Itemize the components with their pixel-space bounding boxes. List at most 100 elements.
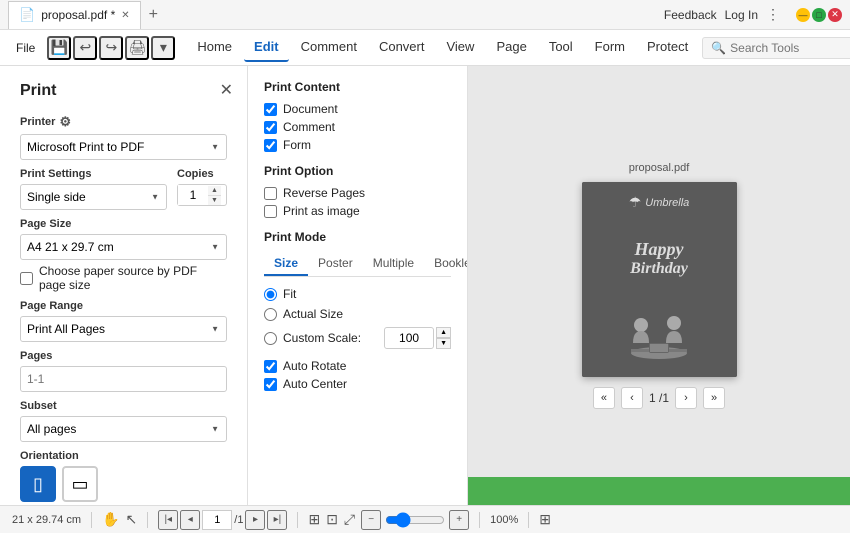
- menu-view[interactable]: View: [436, 33, 484, 62]
- auto-center-checkbox[interactable]: [264, 378, 277, 391]
- hand-tool-icon[interactable]: ✋: [102, 511, 119, 528]
- menu-page[interactable]: Page: [486, 33, 536, 62]
- tab-size[interactable]: Size: [264, 252, 308, 276]
- portrait-button[interactable]: ▯: [20, 466, 56, 502]
- save-icon[interactable]: 💾: [47, 36, 71, 60]
- more-options-icon[interactable]: ⋮: [766, 6, 780, 23]
- next-page-status-button[interactable]: ▸: [245, 510, 265, 530]
- printer-select[interactable]: Microsoft Print to PDF: [20, 134, 227, 160]
- first-page-status-button[interactable]: |◂: [158, 510, 178, 530]
- page-range-select-wrapper: Print All Pages: [20, 316, 227, 342]
- zoom-slider[interactable]: [385, 512, 445, 528]
- custom-scale-radio-row: Custom Scale: ▲ ▼: [264, 327, 451, 349]
- print-option-title: Print Option: [264, 164, 451, 178]
- prev-page-status-button[interactable]: ◂: [180, 510, 200, 530]
- minimize-button[interactable]: —: [796, 8, 810, 22]
- close-window-button[interactable]: ✕: [828, 8, 842, 22]
- maximize-button[interactable]: □: [812, 8, 826, 22]
- menu-file[interactable]: File: [8, 37, 43, 59]
- document-checkbox[interactable]: [264, 103, 277, 116]
- login-link[interactable]: Log In: [725, 8, 758, 22]
- redo-icon[interactable]: ↪: [99, 36, 123, 60]
- fit-width-icon[interactable]: ⊡: [326, 511, 338, 528]
- search-input[interactable]: [730, 41, 850, 55]
- orientation-buttons: ▯ ▭: [20, 466, 227, 502]
- fullscreen-icon[interactable]: ⤢: [344, 511, 355, 528]
- scale-down-button[interactable]: ▼: [436, 338, 451, 349]
- menu-search[interactable]: 🔍: [702, 37, 850, 59]
- status-divider-1: [91, 512, 92, 528]
- preview-pagination: « ‹ 1 /1 › »: [593, 387, 725, 409]
- copies-up-button[interactable]: ▲: [208, 186, 221, 196]
- settings-select[interactable]: Single side: [20, 184, 167, 210]
- last-page-status-button[interactable]: ▸|: [267, 510, 287, 530]
- print-as-image-checkbox[interactable]: [264, 205, 277, 218]
- paper-source-checkbox[interactable]: [20, 272, 33, 285]
- dropdown-arrow-icon[interactable]: ▾: [151, 36, 175, 60]
- undo-icon[interactable]: ↩: [73, 36, 97, 60]
- printer-select-wrapper: Microsoft Print to PDF: [20, 134, 227, 160]
- page-nav: |◂ ◂ /1 ▸ ▸|: [158, 510, 287, 530]
- orientation-label: Orientation: [20, 450, 227, 462]
- subset-select[interactable]: All pages: [20, 416, 227, 442]
- grid-view-icon[interactable]: ⊞: [539, 511, 551, 528]
- menu-comment[interactable]: Comment: [291, 33, 367, 62]
- fit-page-icon[interactable]: ⊞: [308, 511, 320, 528]
- status-divider-4: [479, 512, 480, 528]
- print-as-image-label: Print as image: [283, 204, 360, 218]
- pages-input[interactable]: [20, 366, 227, 392]
- zoom-out-button[interactable]: −: [361, 510, 381, 530]
- form-checkbox[interactable]: [264, 139, 277, 152]
- print-panel: Print ✕ Printer ⚙ Microsoft Print to PDF…: [0, 66, 248, 505]
- tab-booklet[interactable]: Booklet: [424, 252, 468, 276]
- scale-up-button[interactable]: ▲: [436, 327, 451, 338]
- next-page-button[interactable]: ›: [675, 387, 697, 409]
- custom-scale-radio[interactable]: [264, 332, 277, 345]
- page-range-label: Page Range: [20, 300, 227, 312]
- status-bar: 21 x 29.74 cm ✋ ↖ |◂ ◂ /1 ▸ ▸| ⊞ ⊡ ⤢ − +…: [0, 505, 850, 533]
- prev-page-button[interactable]: ‹: [621, 387, 643, 409]
- menu-form[interactable]: Form: [585, 33, 635, 62]
- zoom-in-button[interactable]: +: [449, 510, 469, 530]
- copies-down-button[interactable]: ▼: [208, 196, 221, 205]
- custom-scale-input[interactable]: [384, 327, 434, 349]
- auto-rotate-checkbox[interactable]: [264, 360, 277, 373]
- menu-home[interactable]: Home: [187, 33, 242, 62]
- pages-label: Pages: [20, 350, 227, 362]
- comment-checkbox[interactable]: [264, 121, 277, 134]
- menu-edit[interactable]: Edit: [244, 33, 289, 62]
- menu-convert[interactable]: Convert: [369, 33, 435, 62]
- feedback-link[interactable]: Feedback: [664, 8, 717, 22]
- tab-multiple[interactable]: Multiple: [363, 252, 424, 276]
- status-divider-5: [528, 512, 529, 528]
- last-page-button[interactable]: »: [703, 387, 725, 409]
- birthday-text: Happy Birthday: [630, 239, 688, 278]
- current-page-input[interactable]: [202, 510, 232, 530]
- zoom-bar: − +: [361, 510, 469, 530]
- printer-label: Printer ⚙: [20, 114, 227, 130]
- menu-tool[interactable]: Tool: [539, 33, 583, 62]
- landscape-button[interactable]: ▭: [62, 466, 98, 502]
- select-tool-icon[interactable]: ↖: [126, 511, 138, 528]
- window-controls: — □ ✕: [796, 8, 842, 22]
- fit-radio[interactable]: [264, 288, 277, 301]
- copies-input[interactable]: [178, 185, 208, 205]
- page-range-select[interactable]: Print All Pages: [20, 316, 227, 342]
- tab-close-button[interactable]: ✕: [121, 10, 129, 21]
- gear-icon[interactable]: ⚙: [59, 114, 71, 130]
- menu-protect[interactable]: Protect: [637, 33, 698, 62]
- reverse-pages-label: Reverse Pages: [283, 186, 365, 200]
- tab-poster[interactable]: Poster: [308, 252, 363, 276]
- page-info: 1 /1: [649, 391, 669, 405]
- landscape-icon: ▭: [71, 474, 88, 495]
- copies-input-wrapper: ▲ ▼: [177, 184, 227, 206]
- reverse-pages-checkbox[interactable]: [264, 187, 277, 200]
- actual-size-radio[interactable]: [264, 308, 277, 321]
- new-tab-button[interactable]: +: [141, 6, 166, 24]
- page-size-select[interactable]: A4 21 x 29.7 cm: [20, 234, 227, 260]
- active-tab[interactable]: 📄 proposal.pdf * ✕: [8, 1, 141, 29]
- umbrella-text: Umbrella: [645, 197, 689, 209]
- print-icon[interactable]: 🖨: [125, 36, 149, 60]
- close-button[interactable]: ✕: [220, 80, 233, 100]
- first-page-button[interactable]: «: [593, 387, 615, 409]
